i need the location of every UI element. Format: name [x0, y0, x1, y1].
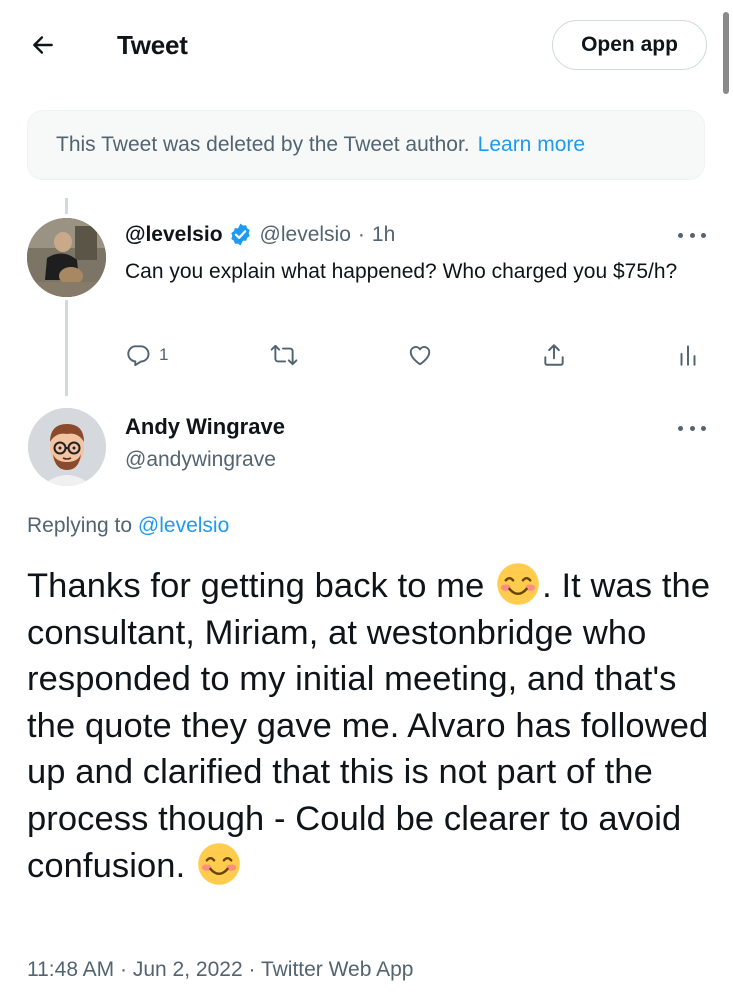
- replying-to: Replying to @levelsio: [27, 514, 229, 538]
- learn-more-link[interactable]: Learn more: [478, 133, 585, 157]
- tweet-source[interactable]: Twitter Web App: [261, 958, 414, 981]
- tweet-time[interactable]: 1h: [372, 223, 395, 247]
- main-tweet-text: Thanks for getting back to me . It was t…: [27, 562, 717, 890]
- more-dot: [701, 425, 706, 431]
- analytics-button[interactable]: [677, 338, 699, 372]
- retweet-button[interactable]: [270, 338, 298, 372]
- more-dot: [689, 232, 695, 238]
- tweet-actions: 1: [125, 338, 710, 372]
- author-handle[interactable]: @levelsio: [260, 223, 351, 247]
- smiling-face-emoji: [497, 563, 539, 605]
- avatar-andy-wingrave[interactable]: [28, 408, 106, 486]
- more-options-button[interactable]: [678, 227, 706, 243]
- author-name[interactable]: @levelsio: [125, 223, 223, 247]
- author-handle[interactable]: @andywingrave: [125, 448, 276, 472]
- more-horizontal-icon: [678, 232, 683, 238]
- like-button[interactable]: [406, 338, 434, 372]
- thread-connector-top: [65, 198, 68, 214]
- avatar-illustration: [28, 408, 106, 486]
- author-name[interactable]: Andy Wingrave: [125, 414, 285, 440]
- more-dot: [701, 232, 706, 238]
- deleted-tweet-notice: This Tweet was deleted by the Tweet auth…: [27, 110, 705, 180]
- avatar-photo: [27, 218, 106, 297]
- retweet-icon: [270, 344, 298, 366]
- avatar-levelsio[interactable]: [27, 218, 106, 297]
- tweet-date[interactable]: Jun 2, 2022: [133, 958, 243, 981]
- verified-badge-icon: [230, 223, 250, 246]
- heart-icon: [409, 346, 431, 366]
- tweet-timestamp: 11:48 AM · Jun 2, 2022 · Twitter Web App: [27, 958, 413, 982]
- thread-connector: [65, 300, 68, 396]
- meta-separator: ·: [357, 222, 365, 246]
- page-title: Tweet: [117, 30, 188, 60]
- more-options-button[interactable]: [678, 420, 706, 436]
- parent-tweet-text: Can you explain what happened? Who charg…: [125, 260, 678, 283]
- meta-separator: ·: [120, 958, 128, 981]
- more-dot: [689, 425, 695, 431]
- more-horizontal-icon: [678, 425, 683, 431]
- replying-prefix: Replying to: [27, 514, 133, 537]
- tweet-text-part1: Thanks for getting back to me: [27, 567, 485, 605]
- arrow-left-icon: [33, 36, 53, 54]
- notice-text: This Tweet was deleted by the Tweet auth…: [56, 133, 470, 156]
- reply-count: 1: [159, 345, 169, 364]
- smiling-face-emoji: [198, 843, 240, 885]
- replying-mention-link[interactable]: @levelsio: [138, 514, 229, 537]
- analytics-icon: [680, 345, 696, 366]
- tweet-text-part2: . It was the consultant, Miriam, at west…: [27, 567, 711, 885]
- meta-separator: ·: [248, 958, 256, 981]
- parent-tweet-header: @levelsio @levelsio · 1h: [125, 222, 395, 247]
- reply-icon: [127, 345, 150, 367]
- tweet-time[interactable]: 11:48 AM: [27, 958, 114, 981]
- share-button[interactable]: [541, 338, 567, 372]
- reply-button[interactable]: 1: [125, 338, 168, 372]
- top-bar: Tweet Open app: [0, 0, 733, 92]
- share-icon: [544, 344, 564, 366]
- back-button[interactable]: [26, 28, 60, 62]
- open-app-button[interactable]: Open app: [552, 20, 707, 70]
